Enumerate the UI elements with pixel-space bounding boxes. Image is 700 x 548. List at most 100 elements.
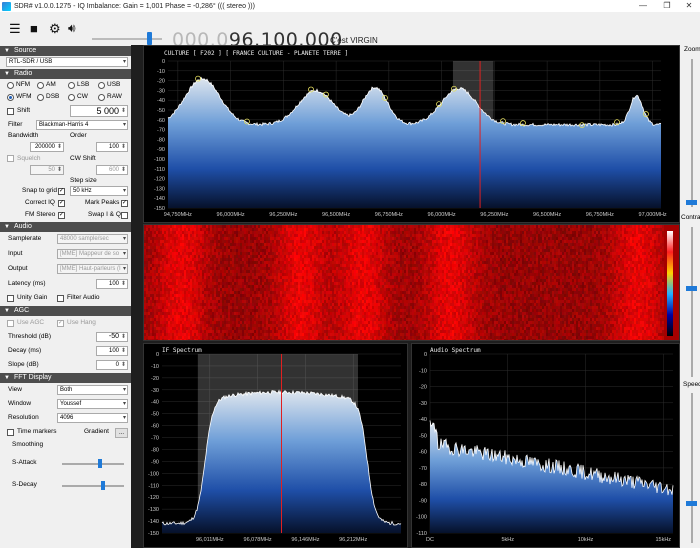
- waterfall-cell: [360, 303, 362, 306]
- output-select[interactable]: [MME] Haut-parleurs (I: [57, 264, 128, 274]
- source-device-select[interactable]: RTL-SDR / USB: [6, 57, 128, 67]
- waterfall-cell: [312, 273, 314, 276]
- stop-icon[interactable]: ■: [30, 22, 38, 35]
- waterfall-cell: [328, 321, 330, 324]
- main-spectrum[interactable]: 0-10-20-30-40-50-60-70-80-90-100-110-120…: [143, 45, 680, 223]
- waterfall[interactable]: [143, 224, 680, 341]
- waterfall-cell: [334, 246, 336, 249]
- sdecay-slider-thumb[interactable]: [101, 481, 105, 490]
- maximize-button[interactable]: ❐: [656, 0, 678, 12]
- waterfall-cell: [192, 261, 194, 264]
- slope-value[interactable]: 0: [96, 360, 128, 370]
- waterfall-cell: [320, 318, 322, 321]
- mode-radio-am[interactable]: [37, 82, 44, 89]
- waterfall-cell: [152, 321, 154, 324]
- waterfall-cell: [386, 279, 388, 282]
- filter-select[interactable]: Blackman-Harris 4: [36, 120, 128, 130]
- waterfall-cell: [308, 297, 310, 300]
- waterfall-cell: [172, 306, 174, 309]
- mode-radio-usb[interactable]: [98, 82, 105, 89]
- input-select[interactable]: [MME] Mappeur de so: [57, 249, 128, 259]
- waterfall-cell: [360, 240, 362, 243]
- source-header[interactable]: ▼ Source: [0, 46, 131, 56]
- mode-radio-lsb[interactable]: [68, 82, 75, 89]
- waterfall-cell: [378, 231, 380, 234]
- sdecay-slider-track[interactable]: [62, 485, 124, 487]
- waterfall-cell: [224, 258, 226, 261]
- mode-radio-raw[interactable]: [98, 94, 105, 101]
- squelch-value[interactable]: 50: [30, 165, 64, 175]
- waterfall-cell: [190, 258, 192, 261]
- waterfall-cell: [366, 333, 368, 336]
- waterfall-cell: [388, 288, 390, 291]
- waterfall-cell: [162, 240, 164, 243]
- markpeaks-checkbox[interactable]: ✓: [121, 200, 128, 207]
- view-select[interactable]: Both: [57, 385, 128, 395]
- menu-icon[interactable]: ☰: [9, 22, 21, 35]
- fft-header[interactable]: ▼ FFT Display: [0, 373, 131, 383]
- radio-header[interactable]: ▼ Radio: [0, 69, 131, 79]
- waterfall-cell: [180, 276, 182, 279]
- waterfall-cell: [364, 324, 366, 327]
- cwshift-value[interactable]: 600: [96, 165, 128, 175]
- waterfall-cell: [184, 273, 186, 276]
- window-select[interactable]: Youssef: [57, 399, 128, 409]
- volume-slider-thumb[interactable]: [147, 32, 152, 45]
- waterfall-cell: [330, 288, 332, 291]
- snap-checkbox[interactable]: ✓: [58, 188, 65, 195]
- waterfall-cell: [202, 240, 204, 243]
- filteraudio-checkbox[interactable]: [57, 295, 64, 302]
- sattack-slider-track[interactable]: [62, 463, 124, 465]
- waterfall-cell: [340, 339, 342, 340]
- audio-header[interactable]: ▼ Audio: [0, 222, 131, 232]
- resolution-select[interactable]: 4096: [57, 413, 128, 423]
- mode-radio-dsb[interactable]: [37, 94, 44, 101]
- waterfall-cell: [374, 240, 376, 243]
- waterfall-cell: [282, 240, 284, 243]
- gear-icon[interactable]: ⚙: [49, 22, 61, 35]
- waterfall-cell: [332, 315, 334, 318]
- waterfall-cell: [158, 258, 160, 261]
- usehang-checkbox[interactable]: ✓: [57, 320, 64, 327]
- waterfall-cell: [330, 225, 332, 228]
- waterfall-cell: [258, 309, 260, 312]
- waterfall-cell: [270, 264, 272, 267]
- mode-radio-wfm[interactable]: [7, 94, 14, 101]
- waterfall-cell: [244, 321, 246, 324]
- waterfall-cell: [254, 312, 256, 315]
- gradient-button[interactable]: ...: [115, 428, 128, 438]
- latency-value[interactable]: 100: [96, 279, 128, 289]
- order-value[interactable]: 100: [96, 142, 128, 152]
- squelch-checkbox[interactable]: [7, 155, 14, 162]
- waterfall-cell: [238, 291, 240, 294]
- waterfall-cell: [168, 282, 170, 285]
- decay-value[interactable]: 100: [96, 346, 128, 356]
- step-select[interactable]: 50 kHz: [70, 186, 128, 196]
- shift-checkbox[interactable]: [7, 108, 14, 115]
- mode-radio-nfm[interactable]: [7, 82, 14, 89]
- waterfall-cell: [180, 315, 182, 318]
- close-button[interactable]: ✕: [678, 0, 700, 12]
- waterfall-cell: [192, 303, 194, 306]
- unitygain-checkbox[interactable]: [7, 295, 14, 302]
- waterfall-cell: [144, 327, 146, 330]
- bandwidth-value[interactable]: 200000: [30, 142, 64, 152]
- correctiq-checkbox[interactable]: ✓: [58, 200, 65, 207]
- shift-value[interactable]: 5 000: [70, 105, 128, 117]
- waterfall-cell: [338, 306, 340, 309]
- useagc-checkbox[interactable]: [7, 320, 14, 327]
- minimize-button[interactable]: —: [632, 0, 654, 12]
- agc-header[interactable]: ▼ AGC: [0, 306, 131, 316]
- samplerate-select[interactable]: 48000 sample/sec: [57, 234, 128, 244]
- fmstereo-checkbox[interactable]: ✓: [58, 212, 65, 219]
- waterfall-cell: [242, 273, 244, 276]
- mode-radio-cw[interactable]: [68, 94, 75, 101]
- waterfall-cell: [378, 264, 380, 267]
- timemarkers-checkbox[interactable]: [7, 429, 14, 436]
- threshold-value[interactable]: -50: [96, 332, 128, 342]
- sattack-slider-thumb[interactable]: [98, 459, 102, 468]
- speaker-icon[interactable]: 🔊︎: [68, 22, 76, 35]
- waterfall-cell: [202, 267, 204, 270]
- swapiq-checkbox[interactable]: [121, 212, 128, 219]
- waterfall-cell: [384, 228, 386, 231]
